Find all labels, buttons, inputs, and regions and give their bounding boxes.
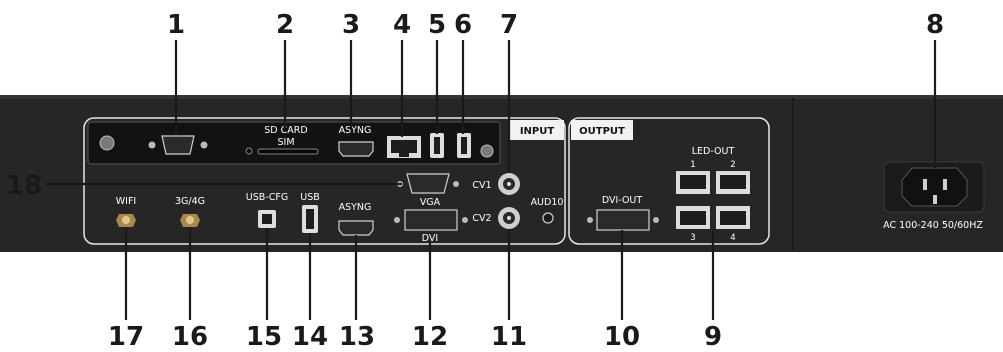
callout-2: 2 xyxy=(276,10,294,40)
bnc-cv1 xyxy=(498,173,520,195)
wifi-label: WIFI xyxy=(116,196,136,207)
antenna-3g4g xyxy=(180,214,200,227)
thumb-screw-left xyxy=(99,135,115,151)
dvi-out-label: DVI-OUT xyxy=(602,195,643,206)
rear-panel-diagram: INPUT OUTPUT SD CARD SIM ASYNG CV1 CV2 A… xyxy=(0,10,1003,352)
usb-cfg-label: USB-CFG xyxy=(246,192,288,203)
callout-17: 17 xyxy=(108,322,144,352)
ethernet-port xyxy=(387,136,421,158)
g34-label: 3G/4G xyxy=(175,196,205,207)
callout-1: 1 xyxy=(167,10,185,40)
callout-13: 13 xyxy=(339,322,375,352)
async-top-port xyxy=(338,141,374,157)
sim-label: SIM xyxy=(277,137,294,148)
antenna-wifi xyxy=(116,214,136,227)
callout-7: 7 xyxy=(500,10,518,40)
power-inlet xyxy=(883,161,985,213)
pinhole xyxy=(245,147,253,155)
callout-8: 8 xyxy=(926,10,944,40)
chassis-top-edge xyxy=(0,95,1003,99)
vga-label: VGA xyxy=(420,197,441,208)
led-out-label: LED-OUT xyxy=(692,146,735,157)
usb-b-port-inner xyxy=(262,214,272,224)
usb-label: USB xyxy=(300,192,320,203)
dvi-output-port xyxy=(587,209,659,231)
thumb-screw-right xyxy=(480,144,494,158)
output-tab-label: OUTPUT xyxy=(579,126,625,137)
callout-14: 14 xyxy=(292,322,328,352)
usb-port-6-inner xyxy=(461,137,467,154)
usb-port-14-inner xyxy=(306,209,314,229)
async-bottom-port xyxy=(338,220,374,236)
bnc-cv2 xyxy=(498,207,520,229)
callout-11: 11 xyxy=(491,322,527,352)
led-out-3-label: 3 xyxy=(690,233,695,243)
callout-3: 3 xyxy=(342,10,360,40)
callout-6: 6 xyxy=(454,10,472,40)
callout-15: 15 xyxy=(246,322,282,352)
led-out-4-label: 4 xyxy=(730,233,735,243)
async-top-label: ASYNG xyxy=(339,125,372,136)
callout-18: 18 xyxy=(6,171,42,201)
async-bottom-label: ASYNG xyxy=(339,202,372,213)
audio-jack xyxy=(542,212,554,224)
callout-9: 9 xyxy=(704,322,722,352)
dvi-input-port xyxy=(394,209,468,231)
led-out-2-label: 2 xyxy=(730,160,735,170)
callout-4: 4 xyxy=(393,10,411,40)
callout-12: 12 xyxy=(412,322,448,352)
callout-16: 16 xyxy=(172,322,208,352)
cv2-label: CV2 xyxy=(472,213,491,224)
power-label: AC 100-240 50/60HZ xyxy=(883,220,983,231)
led-out-1-label: 1 xyxy=(690,160,695,170)
callout-5: 5 xyxy=(428,10,446,40)
cv1-label: CV1 xyxy=(472,180,491,191)
input-tab-label: INPUT xyxy=(520,126,555,137)
aud10-label: AUD10 xyxy=(531,197,564,208)
callout-10: 10 xyxy=(604,322,640,352)
dvi-label: DVI xyxy=(422,233,438,244)
usb-port-5-inner xyxy=(434,137,440,154)
sd-card-slot xyxy=(257,148,319,155)
